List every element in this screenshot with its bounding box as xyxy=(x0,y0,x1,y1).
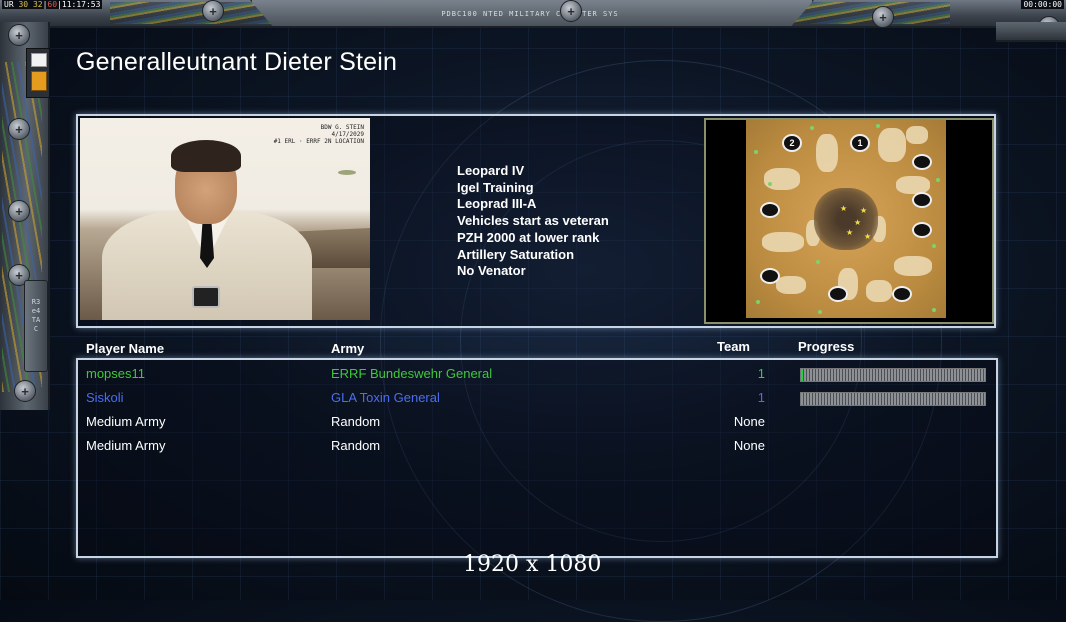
rules-list: Leopard IV Igel Training Leoprad III-A V… xyxy=(457,163,609,280)
supply-dot xyxy=(932,308,936,312)
star-marker-icon: ★ xyxy=(840,204,848,213)
map-preview[interactable]: ★ ★ ★ ★ ★ 2 1 xyxy=(746,120,946,318)
player-name[interactable]: mopses11 xyxy=(86,366,145,381)
column-header-progress: Progress xyxy=(798,339,855,354)
rule-item: Igel Training xyxy=(457,179,534,195)
screw-icon: + xyxy=(872,6,894,28)
terrain-patch xyxy=(878,128,906,162)
army-select[interactable]: ERRF Bundeswehr General xyxy=(331,366,492,381)
screw-icon: + xyxy=(8,200,30,222)
supply-dot xyxy=(810,126,814,130)
start-position[interactable] xyxy=(760,268,780,284)
team-select[interactable]: 1 xyxy=(758,390,765,405)
terrain-patch xyxy=(894,256,932,276)
team-select[interactable]: None xyxy=(734,438,765,453)
screw-icon: + xyxy=(202,0,224,22)
portrait-caption-line: #1 ERL · ERRF 2N LOCATION xyxy=(273,138,364,145)
general-portrait: BDW G. STEIN 4/17/2029 #1 ERL · ERRF 2N … xyxy=(80,118,370,320)
player-name[interactable]: Medium Army xyxy=(86,438,165,453)
portrait-caption: BDW G. STEIN 4/17/2029 #1 ERL · ERRF 2N … xyxy=(274,124,364,145)
supply-dot xyxy=(754,150,758,154)
portrait-badge xyxy=(192,286,220,308)
portrait-helicopter xyxy=(338,170,356,175)
right-frame xyxy=(996,22,1066,42)
timer-value-a: 30 xyxy=(18,0,29,9)
supply-dot xyxy=(818,310,822,314)
supply-dot xyxy=(936,178,940,182)
start-position-2[interactable]: 2 xyxy=(782,134,802,152)
start-position[interactable] xyxy=(912,154,932,170)
portrait-hair xyxy=(171,140,241,172)
elapsed-time: 00:00:00 xyxy=(1021,0,1064,9)
portrait-caption-line: 4/17/2029 xyxy=(331,131,364,138)
rule-item: Artillery Saturation xyxy=(457,246,575,262)
game-timer: UR 30 32|60|11:17:53 xyxy=(2,0,103,9)
supply-dot xyxy=(756,300,760,304)
supply-dot xyxy=(768,182,772,186)
folder-icon xyxy=(31,71,47,91)
supply-dot xyxy=(876,124,880,128)
star-marker-icon: ★ xyxy=(846,228,854,237)
resolution-label: 1920 x 1080 xyxy=(463,552,602,577)
progress-bar xyxy=(800,368,986,382)
star-marker-icon: ★ xyxy=(860,206,868,215)
start-position[interactable] xyxy=(892,286,912,302)
rule-item: Leoprad III-A xyxy=(457,196,537,212)
terrain-patch xyxy=(816,134,838,172)
timer-prefix: UR xyxy=(4,0,14,9)
rule-item: Leopard IV xyxy=(457,163,525,178)
folder-button[interactable] xyxy=(26,48,50,98)
rule-item: PZH 2000 at lower rank xyxy=(457,229,600,245)
column-header-team: Team xyxy=(717,339,750,354)
army-select[interactable]: GLA Toxin General xyxy=(331,390,440,405)
system-title: PDBC100 NTED MILITARY COMPUTER SYS xyxy=(441,10,619,18)
terrain-patch xyxy=(776,276,806,294)
portrait-caption-line: BDW G. STEIN xyxy=(320,124,364,131)
progress-fill xyxy=(801,369,803,381)
supply-dot xyxy=(816,260,820,264)
document-icon xyxy=(31,53,47,67)
progress-bar xyxy=(800,392,986,406)
team-select[interactable]: None xyxy=(734,414,765,429)
screw-icon: + xyxy=(560,0,582,22)
timer-value-c: 60 xyxy=(47,0,58,9)
start-position-1[interactable]: 1 xyxy=(850,134,870,152)
terrain-patch xyxy=(896,176,930,194)
screw-icon: + xyxy=(14,380,36,402)
team-select[interactable]: 1 xyxy=(758,366,765,381)
general-title: Generalleutnant Dieter Stein xyxy=(76,48,398,76)
player-name[interactable]: Medium Army xyxy=(86,414,165,429)
army-select[interactable]: Random xyxy=(331,414,380,429)
timer-value-b: 32 xyxy=(32,0,43,9)
player-table xyxy=(76,358,998,558)
screw-icon: + xyxy=(8,118,30,140)
side-bracket-label: R3e4TAC xyxy=(31,298,41,333)
start-position[interactable] xyxy=(912,222,932,238)
column-header-player: Player Name xyxy=(86,341,165,356)
start-position[interactable] xyxy=(912,192,932,208)
column-header-army: Army xyxy=(331,341,365,356)
army-select[interactable]: Random xyxy=(331,438,380,453)
terrain-patch xyxy=(906,126,928,144)
supply-dot xyxy=(932,244,936,248)
rule-item: Vehicles start as veteran xyxy=(457,213,609,229)
rule-item: No Venator xyxy=(457,263,526,279)
start-position[interactable] xyxy=(828,286,848,302)
star-marker-icon: ★ xyxy=(854,218,862,227)
player-name[interactable]: Siskoli xyxy=(86,390,124,405)
star-marker-icon: ★ xyxy=(864,232,872,241)
terrain-patch xyxy=(764,168,800,190)
clock-display: 11:17:53 xyxy=(61,0,101,9)
screw-icon: + xyxy=(8,24,30,46)
start-position[interactable] xyxy=(760,202,780,218)
terrain-patch xyxy=(866,280,892,302)
terrain-patch xyxy=(762,232,804,252)
